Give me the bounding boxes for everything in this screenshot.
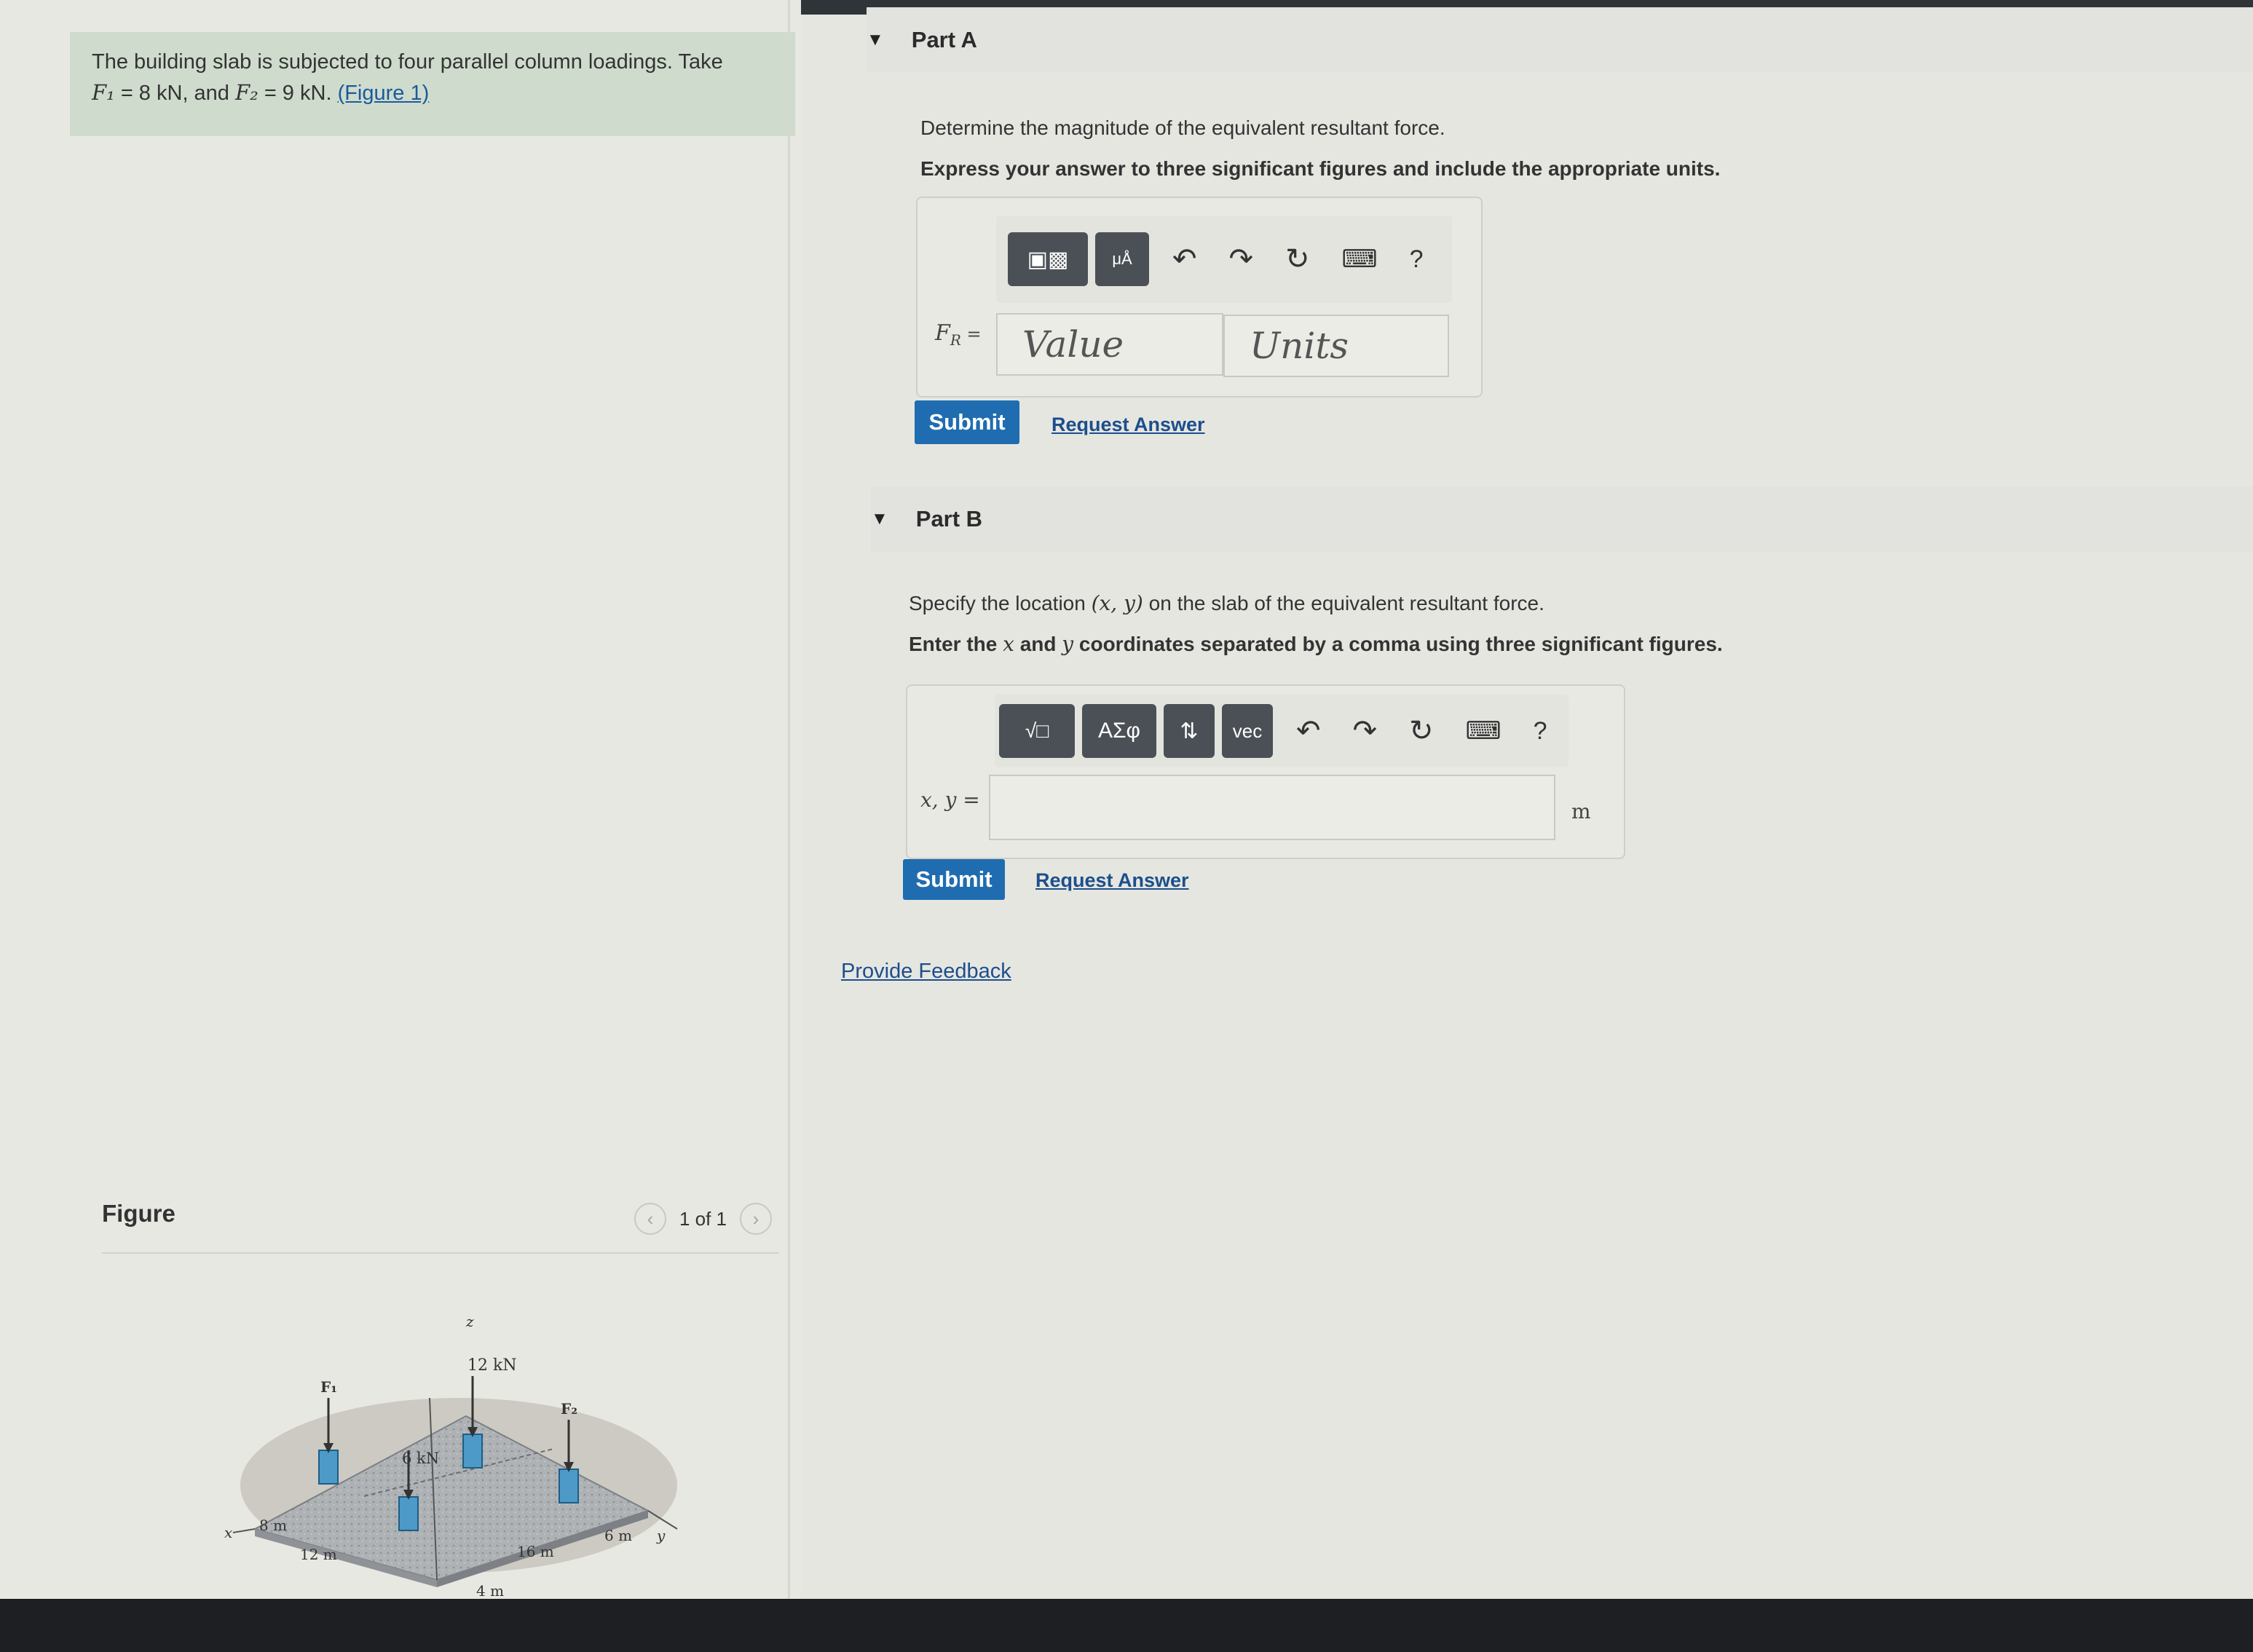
vector-button[interactable]: vec bbox=[1222, 704, 1273, 758]
next-figure-button[interactable]: › bbox=[740, 1203, 772, 1235]
figure-link[interactable]: (Figure 1) bbox=[338, 82, 430, 105]
part-a-prompt: Determine the magnitude of the equivalen… bbox=[920, 116, 1445, 139]
redo-icon[interactable]: ↷ bbox=[1229, 242, 1254, 276]
chevron-right-icon: › bbox=[752, 1207, 759, 1230]
f1-value: = 8 kN bbox=[120, 82, 183, 105]
f1-symbol: F₁ bbox=[92, 80, 115, 105]
part-b-instr-b: coordinates separated by a comma using t… bbox=[1078, 633, 1723, 655]
label-x: x bbox=[224, 1524, 232, 1541]
chevron-left-icon: ‹ bbox=[647, 1207, 654, 1230]
f2-value: = 9 kN bbox=[264, 82, 326, 105]
part-a-toolbar: ▣▩ μÅ ↶ ↷ ↻ ⌨ ? bbox=[996, 216, 1452, 303]
keyboard-icon[interactable]: ⌨ bbox=[1466, 716, 1502, 746]
xy-input[interactable] bbox=[989, 775, 1555, 840]
x-axis bbox=[232, 1528, 256, 1533]
caret-down-icon[interactable]: ▼ bbox=[871, 509, 888, 529]
part-b-instruction: Enter the x and y coordinates separated … bbox=[909, 632, 1723, 656]
part-b-request-answer-link[interactable]: Request Answer bbox=[1035, 869, 1189, 892]
problem-pane: The building slab is subjected to four p… bbox=[0, 0, 801, 1600]
part-b-instr-x: x bbox=[1003, 632, 1014, 656]
fr-symbol: F bbox=[935, 320, 950, 346]
part-a-request-answer-link[interactable]: Request Answer bbox=[1051, 414, 1205, 436]
part-b-title: Part B bbox=[915, 506, 983, 531]
dim-16m: 16 m bbox=[517, 1543, 554, 1560]
label-f1: F₁ bbox=[320, 1378, 337, 1396]
part-a-header[interactable]: ▼ Part A bbox=[867, 7, 2253, 73]
column-f1 bbox=[318, 1450, 339, 1485]
help-icon[interactable]: ? bbox=[1410, 245, 1424, 274]
part-a-submit-button[interactable]: Submit bbox=[915, 400, 1019, 444]
column-12kn bbox=[462, 1434, 483, 1469]
sqrt-icon: √□ bbox=[1025, 719, 1049, 742]
dim-4m: 4 m bbox=[476, 1582, 504, 1600]
templates-button[interactable]: ▣▩ bbox=[1008, 232, 1088, 286]
part-b-submit-button[interactable]: Submit bbox=[903, 859, 1005, 900]
problem-statement: The building slab is subjected to four p… bbox=[70, 32, 795, 136]
dim-12m: 12 m bbox=[300, 1546, 337, 1563]
part-b-instr-and: and bbox=[1019, 633, 1057, 655]
xy-label: x, y = bbox=[920, 788, 980, 812]
prev-figure-button[interactable]: ‹ bbox=[634, 1203, 666, 1235]
undo-icon[interactable]: ↶ bbox=[1172, 242, 1197, 276]
label-f2: F₂ bbox=[561, 1400, 577, 1418]
column-f2 bbox=[559, 1469, 579, 1503]
keyboard-icon[interactable]: ⌨ bbox=[1342, 245, 1378, 274]
help-icon[interactable]: ? bbox=[1534, 717, 1547, 746]
part-a-instruction: Express your answer to three significant… bbox=[920, 157, 1721, 180]
part-b-instr-a: Enter the bbox=[909, 633, 998, 655]
units-button[interactable]: μÅ bbox=[1095, 232, 1149, 286]
label-z: z bbox=[465, 1313, 474, 1330]
dim-8m: 8 m bbox=[259, 1517, 287, 1534]
xy-unit: m bbox=[1571, 799, 1591, 823]
greek-icon: ΑΣφ bbox=[1097, 719, 1140, 743]
part-b-header[interactable]: ▼ Part B bbox=[871, 486, 2253, 552]
problem-separator-2: . bbox=[325, 82, 332, 105]
part-b-toolbar: √□ ΑΣφ ⇅ vec ↶ ↷ ↻ ⌨ ? bbox=[995, 695, 1569, 767]
figure-pagination: ‹ 1 of 1 › bbox=[634, 1203, 772, 1235]
sqrt-template-button[interactable]: √□ bbox=[999, 704, 1075, 758]
fr-equals: = bbox=[960, 324, 982, 344]
label-y: y bbox=[656, 1527, 666, 1544]
reset-icon[interactable]: ↻ bbox=[1409, 714, 1434, 748]
slab-figure: z x y F₁ F₂ 12 kN 6 kN 8 m 12 m 4 m 16 m… bbox=[224, 1313, 678, 1600]
reset-icon[interactable]: ↻ bbox=[1285, 242, 1310, 276]
redo-icon[interactable]: ↷ bbox=[1353, 714, 1378, 748]
label-6kn: 6 kN bbox=[402, 1450, 439, 1467]
label-12kn: 12 kN bbox=[467, 1356, 517, 1375]
caret-down-icon[interactable]: ▼ bbox=[867, 30, 884, 50]
figure-header: Figure ‹ 1 of 1 › bbox=[102, 1194, 779, 1254]
units-input[interactable]: Units bbox=[1223, 315, 1449, 377]
vector-icon: vec bbox=[1232, 719, 1263, 742]
greek-symbols-button[interactable]: ΑΣφ bbox=[1082, 704, 1156, 758]
fr-subscript: R bbox=[950, 331, 961, 349]
figure-title: Figure bbox=[102, 1200, 175, 1227]
undo-icon[interactable]: ↶ bbox=[1296, 714, 1321, 748]
dim-6m: 6 m bbox=[604, 1527, 632, 1544]
figure-page-count: 1 of 1 bbox=[679, 1207, 727, 1230]
part-b-prompt: Specify the location (x, y) on the slab … bbox=[909, 591, 1544, 615]
part-b-instr-y: y bbox=[1062, 632, 1074, 656]
problem-text: The building slab is subjected to four p… bbox=[92, 50, 723, 74]
arrows-icon: ⇅ bbox=[1180, 719, 1199, 743]
part-a-title: Part A bbox=[911, 27, 977, 52]
part-b-prompt-math: (x, y) bbox=[1091, 591, 1143, 615]
units-icon: μÅ bbox=[1112, 250, 1132, 268]
f2-symbol: F₂ bbox=[235, 80, 259, 105]
screen-bezel bbox=[0, 1599, 2253, 1652]
fr-label: FR = bbox=[935, 320, 982, 349]
part-b-prompt-b: on the slab of the equivalent resultant … bbox=[1148, 592, 1544, 614]
value-input[interactable]: Value bbox=[996, 313, 1223, 376]
column-6kn bbox=[398, 1496, 419, 1531]
arrows-button[interactable]: ⇅ bbox=[1164, 704, 1215, 758]
provide-feedback-link[interactable]: Provide Feedback bbox=[841, 960, 1011, 984]
problem-separator: , and bbox=[182, 82, 229, 105]
template-icon: ▣▩ bbox=[1027, 247, 1069, 272]
pane-divider[interactable] bbox=[788, 0, 790, 1599]
part-b-prompt-a: Specify the location bbox=[909, 592, 1086, 614]
